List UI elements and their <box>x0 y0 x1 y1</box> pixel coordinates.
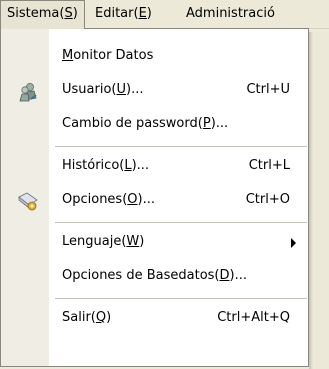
menu-item-label: Salir(Q) <box>62 310 112 325</box>
menu-item-label: Opciones de Basedatos(D)... <box>62 268 247 283</box>
menu-administracion[interactable]: Administració <box>180 0 281 28</box>
menu-item-monitor-datos[interactable]: Monitor Datos <box>1 40 308 74</box>
menu-sistema[interactable]: Sistema(S) <box>0 0 85 29</box>
sistema-dropdown-menu: Monitor Datos Usuario(U)... Ctrl+U Cambi… <box>0 28 309 367</box>
menu-item-salir[interactable]: Salir(Q) Ctrl+Alt+Q <box>1 302 308 336</box>
menu-editar-label: Editar( <box>95 6 139 21</box>
menu-item-shortcut: Ctrl+Alt+Q <box>217 310 290 325</box>
menu-sistema-accel: S <box>64 6 73 21</box>
menu-bar: Sistema(S) Editar(E) Administració <box>0 0 329 29</box>
menu-item-label: Cambio de password(P)... <box>62 116 229 131</box>
menu-item-label: Monitor Datos <box>62 48 154 63</box>
menu-item-historico[interactable]: Histórico(L)... Ctrl+L <box>1 150 308 184</box>
menu-item-label: Histórico(L)... <box>62 158 150 173</box>
menu-item-label: Opciones(O)... <box>62 192 155 207</box>
menu-item-shortcut: Ctrl+U <box>246 82 290 97</box>
menu-item-label: Usuario(U)... <box>62 82 144 97</box>
menu-separator <box>55 146 307 147</box>
menu-item-label: Lenguaje(W) <box>62 234 145 249</box>
menu-editar-tail: ) <box>146 6 152 21</box>
menu-item-cambio-password[interactable]: Cambio de password(P)... <box>1 108 308 142</box>
menu-editar[interactable]: Editar(E) <box>89 0 158 28</box>
menu-sistema-label: Sistema( <box>7 6 65 21</box>
gear-document-icon <box>17 191 39 213</box>
menu-item-usuario[interactable]: Usuario(U)... Ctrl+U <box>1 74 308 108</box>
menu-sistema-tail: ) <box>72 6 78 21</box>
submenu-arrow-icon <box>291 238 296 248</box>
menu-administracion-label: Administració <box>186 6 275 21</box>
menu-separator <box>55 298 307 299</box>
menu-item-shortcut: Ctrl+L <box>248 158 290 173</box>
menu-item-shortcut: Ctrl+O <box>245 192 290 207</box>
menu-separator <box>55 222 307 223</box>
menu-item-opciones[interactable]: Opciones(O)... Ctrl+O <box>1 184 308 218</box>
menu-shadow <box>309 32 313 369</box>
users-icon <box>17 81 39 103</box>
menu-item-lenguaje[interactable]: Lenguaje(W) <box>1 226 308 260</box>
menu-item-opciones-basedatos[interactable]: Opciones de Basedatos(D)... <box>1 260 308 294</box>
menu-editar-accel: E <box>138 6 147 21</box>
